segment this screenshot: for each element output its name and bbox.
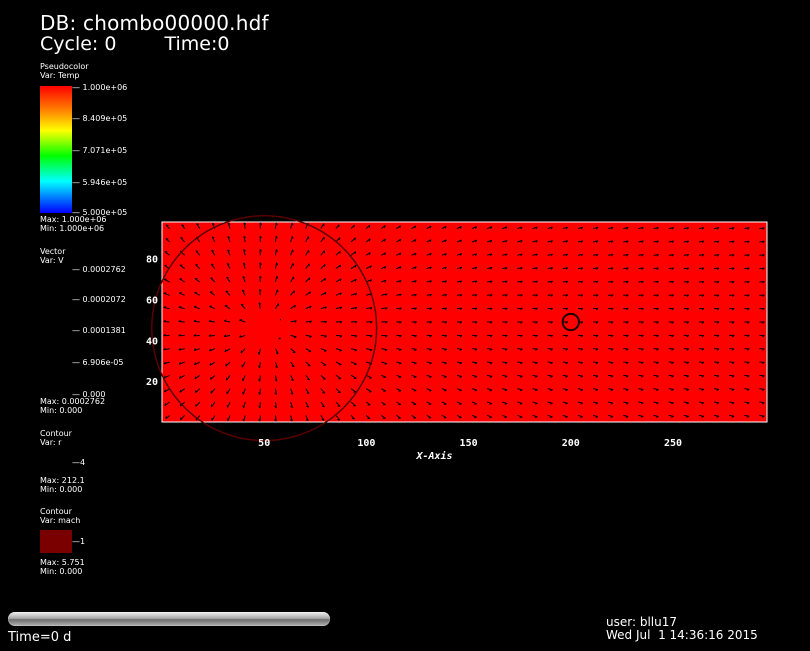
- vector-arrowhead: [164, 403, 167, 406]
- vector-arrowhead: [241, 378, 244, 382]
- vector-arrowhead: [444, 389, 447, 392]
- date-label: Wed Jul 1 14:36:16 2015: [606, 628, 758, 642]
- vector-arrowhead: [413, 390, 417, 392]
- visit-render-window: DB: chombo00000.hdf Cycle: 0 Time:0 Pseud…: [0, 0, 810, 651]
- vector-arrow: [274, 222, 277, 229]
- vector-arrowhead: [309, 291, 311, 295]
- vector-arrowhead: [354, 251, 357, 255]
- vector-arrowhead: [339, 264, 342, 268]
- x-tick-label: 200: [562, 438, 580, 449]
- vector-arrowhead: [163, 292, 167, 294]
- vector-arrowhead: [324, 278, 326, 281]
- vector-arrowhead: [428, 389, 432, 392]
- vector-arrowhead: [459, 403, 462, 405]
- vector-arrowhead: [181, 224, 185, 226]
- x-tick-label: 50: [258, 438, 270, 449]
- vector-arrowhead: [292, 263, 295, 266]
- vector-arrowhead: [384, 225, 386, 228]
- vector-arrowhead: [292, 249, 294, 253]
- vector-arrow: [335, 334, 342, 337]
- user-info: user: bllu17 Wed Jul 1 14:36:16 2015: [606, 616, 758, 642]
- vector-arrowhead: [337, 418, 340, 421]
- vector-arrowhead: [291, 365, 295, 368]
- y-tick-label: 60: [146, 296, 158, 307]
- vector-arrow: [259, 361, 261, 369]
- vector-arrowhead: [519, 416, 523, 419]
- vector-arrow: [193, 320, 200, 323]
- y-tick-label: 80: [146, 255, 158, 266]
- vector-arrowhead: [354, 363, 357, 366]
- vector-arrowhead: [474, 416, 477, 419]
- vector-arrowhead: [179, 291, 182, 294]
- plot-area: 50 100 150 200 250 20 40 60 80 X-Axis: [146, 214, 768, 462]
- x-axis-ticks: 50 100 150 200 250: [258, 438, 682, 449]
- vector-arrowhead: [443, 403, 447, 405]
- x-tick-label: 100: [357, 438, 375, 449]
- x-axis-label: X-Axis: [415, 450, 452, 462]
- vector-arrowhead: [321, 405, 325, 408]
- vector-arrowhead: [323, 350, 327, 352]
- vector-arrowhead: [179, 389, 182, 393]
- y-tick-label: 20: [146, 377, 158, 388]
- vector-arrowhead: [504, 416, 508, 419]
- vector-arrowhead: [209, 305, 212, 307]
- vector-arrowhead: [307, 378, 310, 381]
- vector-arrowhead: [210, 263, 214, 266]
- vector-arrowhead: [489, 416, 492, 419]
- vector-arrowhead: [368, 238, 371, 242]
- vector-arrowhead: [458, 416, 462, 419]
- y-tick-label: 40: [146, 336, 158, 347]
- vector-arrowhead: [226, 418, 229, 422]
- vector-arrowhead: [383, 376, 387, 379]
- vector-arrowhead: [195, 250, 199, 252]
- x-tick-label: 150: [460, 438, 478, 449]
- vector-arrowhead: [399, 225, 401, 229]
- time-readout: Time=0 d: [8, 630, 72, 645]
- vector-arrowhead: [398, 376, 402, 379]
- vector-arrowhead: [276, 289, 279, 293]
- vector-source-blob: [246, 310, 283, 347]
- vector-arrowhead: [474, 403, 477, 405]
- x-tick-label: 250: [664, 438, 682, 449]
- time-slider[interactable]: [8, 612, 330, 626]
